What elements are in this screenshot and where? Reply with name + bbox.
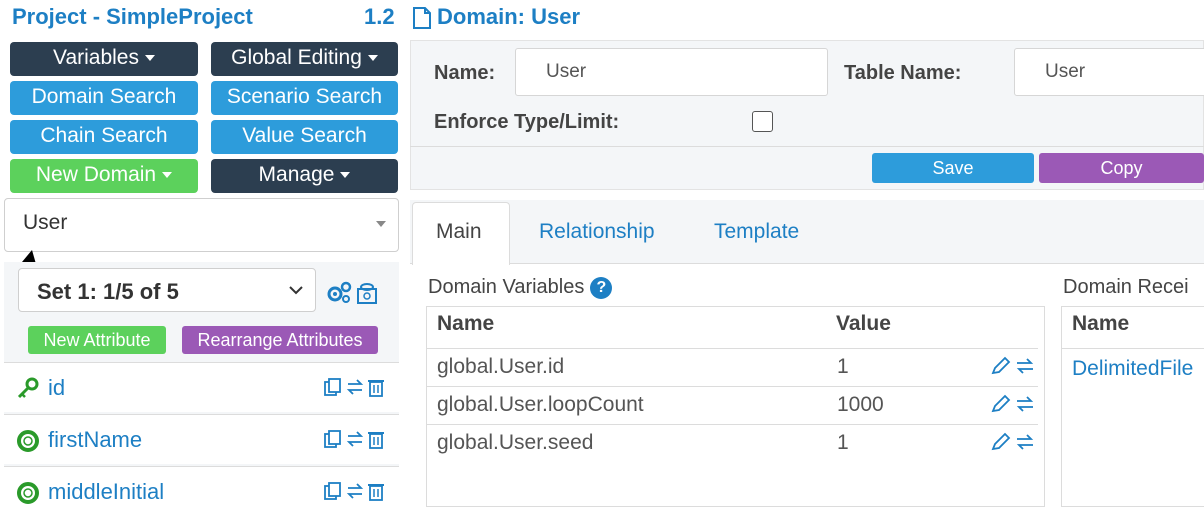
variable-name: global.User.seed: [437, 431, 594, 454]
domain-search-button[interactable]: Domain Search: [10, 81, 198, 115]
domain-select-value: User: [23, 211, 68, 234]
key-icon: [17, 377, 39, 399]
table-name-input[interactable]: User: [1014, 48, 1204, 96]
new-domain-label: New Domain: [35, 163, 157, 186]
form-divider: [410, 146, 1204, 147]
manage-label: Manage: [258, 163, 335, 186]
receiver-link[interactable]: DelimitedFile: [1072, 357, 1193, 381]
row-actions: [990, 356, 1036, 376]
set-select-value: Set 1: 1/5 of 5: [37, 279, 179, 304]
new-domain-button[interactable]: New Domain: [10, 159, 198, 193]
row-divider: [427, 386, 1038, 387]
tab-main[interactable]: Main: [436, 220, 482, 244]
tab-bar: [410, 200, 1204, 264]
attribute-name[interactable]: firstName: [48, 427, 142, 453]
enforce-type-limit-label: Enforce Type/Limit:: [434, 111, 620, 133]
new-attribute-button[interactable]: New Attribute: [28, 326, 166, 354]
trash-icon[interactable]: [367, 429, 385, 449]
tab-template[interactable]: Template: [714, 220, 799, 244]
receiver-column-header-name: Name: [1072, 312, 1130, 335]
lifebuoy-icon: [17, 430, 39, 452]
global-editing-label: Global Editing: [231, 46, 362, 69]
attribute-row[interactable]: firstName: [4, 414, 399, 464]
save-button[interactable]: Save: [872, 153, 1034, 183]
variable-value: 1000: [837, 393, 884, 416]
dropdown-arrow-icon: [376, 221, 386, 227]
attribute-row[interactable]: id: [4, 362, 399, 412]
variable-name: global.User.id: [437, 355, 565, 378]
trash-icon[interactable]: [367, 481, 385, 501]
variables-button[interactable]: Variables: [10, 42, 198, 76]
chevron-down-icon: [289, 286, 303, 295]
row-divider: [1062, 348, 1204, 349]
gears-icon[interactable]: [326, 281, 352, 305]
pencil-icon[interactable]: [990, 432, 1012, 452]
variable-value: 1: [837, 431, 849, 454]
variable-name: global.User.loopCount: [437, 393, 644, 416]
row-actions: [990, 432, 1036, 452]
pencil-icon[interactable]: [990, 356, 1012, 376]
attribute-name[interactable]: middleInitial: [48, 479, 164, 505]
attribute-name[interactable]: id: [48, 375, 65, 401]
database-settings-icon[interactable]: [356, 281, 378, 305]
attribute-row[interactable]: middleInitial: [4, 466, 399, 507]
help-icon[interactable]: ?: [590, 276, 613, 299]
copy-icon[interactable]: [323, 481, 343, 501]
domain-title: Domain: User: [437, 4, 581, 29]
project-title: Project - SimpleProject: [12, 4, 253, 29]
enforce-type-limit-checkbox[interactable]: [752, 111, 773, 132]
lifebuoy-icon: [17, 482, 39, 504]
domain-select[interactable]: User: [4, 198, 399, 252]
rearrange-attributes-button[interactable]: Rearrange Attributes: [182, 326, 378, 354]
caret-down-icon: [340, 172, 351, 179]
domain-variables-title: Domain Variables?: [428, 276, 613, 299]
tab-relationship[interactable]: Relationship: [539, 220, 655, 244]
domain-receivers-table: [1061, 306, 1204, 507]
variable-value: 1: [837, 355, 849, 378]
column-header-value: Value: [836, 312, 891, 335]
swap-icon[interactable]: [345, 377, 365, 397]
caret-down-icon: [145, 55, 155, 62]
caret-down-icon: [367, 55, 378, 62]
row-divider: [427, 348, 1038, 349]
domain-version: 1.2: [364, 4, 395, 29]
set-select[interactable]: Set 1: 1/5 of 5: [18, 268, 316, 312]
swap-icon[interactable]: [345, 481, 365, 501]
global-editing-button[interactable]: Global Editing: [211, 42, 398, 76]
swap-icon[interactable]: [345, 429, 365, 449]
variables-label: Variables: [53, 46, 139, 69]
copy-button[interactable]: Copy: [1039, 153, 1204, 183]
pencil-icon[interactable]: [990, 394, 1012, 414]
caret-down-icon: [162, 172, 173, 179]
chain-search-button[interactable]: Chain Search: [10, 120, 198, 154]
column-header-name: Name: [437, 312, 495, 335]
domain-receivers-title: Domain Recei: [1063, 276, 1189, 298]
scenario-search-button[interactable]: Scenario Search: [211, 81, 398, 115]
name-label: Name:: [434, 62, 496, 84]
row-divider: [427, 424, 1038, 425]
swap-icon[interactable]: [1014, 432, 1036, 452]
row-actions: [990, 394, 1036, 414]
document-icon: [413, 7, 431, 29]
manage-button[interactable]: Manage: [211, 159, 398, 193]
copy-icon[interactable]: [323, 377, 343, 397]
name-input[interactable]: User: [515, 48, 828, 96]
trash-icon[interactable]: [367, 377, 385, 397]
value-search-button[interactable]: Value Search: [211, 120, 398, 154]
copy-icon[interactable]: [323, 429, 343, 449]
table-name-label: Table Name:: [844, 62, 962, 84]
swap-icon[interactable]: [1014, 394, 1036, 414]
swap-icon[interactable]: [1014, 356, 1036, 376]
domain-variables-title-text: Domain Variables: [428, 276, 585, 298]
